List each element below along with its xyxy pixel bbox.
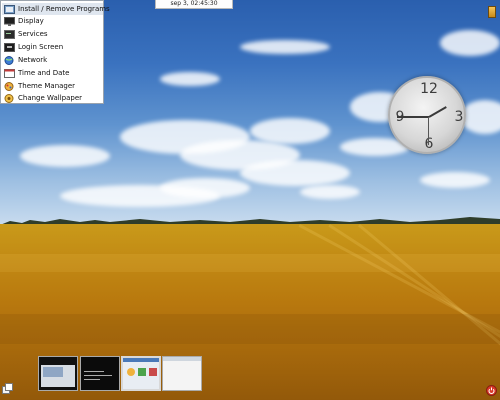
menu-item-display[interactable]: Display [2,15,103,27]
monitor-icon [4,16,15,26]
login-screen-icon [4,42,15,52]
window-thumbnail-3[interactable] [121,356,161,391]
calendar-icon [4,68,15,78]
menu-item-label: Network [18,56,48,64]
window-thumbnail-1[interactable] [38,356,78,391]
notification-icon[interactable] [488,6,496,18]
theme-manager-icon [4,81,15,91]
install-programs-icon [4,4,15,14]
clock-numeral-6: 6 [419,136,439,152]
clock-second-hand [428,117,429,145]
desktop[interactable]: sep 3, 02:45:30 12 3 6 9 Install / Remov… [0,0,500,400]
services-icon [4,29,15,39]
menu-item-label: Install / Remove Programs [18,5,110,13]
analog-clock-widget[interactable]: 12 3 6 9 [388,76,466,154]
menu-item-network[interactable]: Network [2,54,103,66]
menu-item-change-wallpaper[interactable]: Change Wallpaper [2,92,103,104]
clock-hour-hand [428,106,447,118]
menu-item-label: Change Wallpaper [18,94,83,102]
menu-item-label: Login Screen [18,43,64,51]
menu-item-label: Services [18,30,48,38]
wallpaper-icon [4,93,15,103]
menu-item-install-remove-programs[interactable]: Install / Remove Programs [2,3,110,15]
clock-numeral-3: 3 [454,109,464,125]
panel-clock[interactable]: sep 3, 02:45:30 [155,0,233,9]
power-icon[interactable] [486,385,497,396]
menu-item-services[interactable]: Services [2,28,103,40]
window-thumbnail-2[interactable] [80,356,120,391]
menu-item-theme-manager[interactable]: Theme Manager [2,80,103,92]
menu-item-label: Time and Date [18,69,70,77]
show-desktop-icon[interactable] [2,383,13,394]
menu-item-label: Theme Manager [18,82,76,90]
menu-item-label: Display [18,17,44,25]
clock-numeral-12: 12 [420,81,438,97]
network-globe-icon [4,55,15,65]
settings-menu: Install / Remove Programs Display Servic… [0,0,110,104]
menu-item-time-and-date[interactable]: Time and Date [2,67,103,79]
menu-item-login-screen[interactable]: Login Screen [2,41,103,53]
window-thumbnail-4[interactable] [162,356,202,391]
clock-minute-hand [397,116,429,118]
